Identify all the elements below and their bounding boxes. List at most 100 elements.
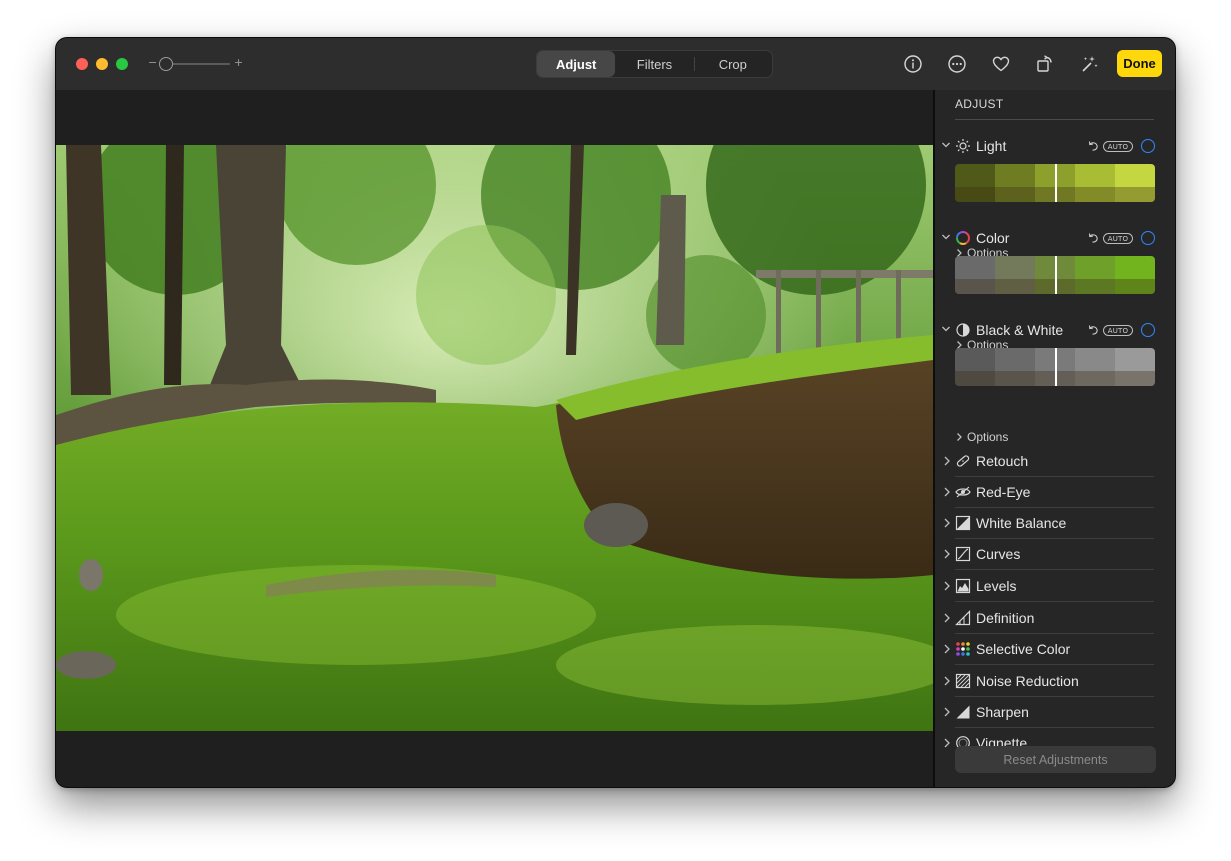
- strip-frame: [1075, 164, 1115, 202]
- section-color-label: Color: [976, 230, 1010, 246]
- definition-icon: [955, 610, 971, 626]
- chevron-right-icon: [944, 738, 950, 748]
- magic-wand-icon[interactable]: [1077, 52, 1101, 76]
- heading-divider: [955, 119, 1154, 120]
- chevron-right-icon: [944, 613, 950, 623]
- section-light-label: Light: [976, 138, 1007, 154]
- toolbar: − + Adjust Filters Crop Done: [56, 38, 1175, 90]
- tool-white-balance-label: White Balance: [976, 515, 1067, 531]
- tab-crop[interactable]: Crop: [693, 51, 772, 77]
- light-preview-strip[interactable]: [955, 164, 1155, 202]
- strip-frame: [955, 256, 995, 294]
- strip-frame: [995, 348, 1035, 386]
- section-black-white-label: Black & White: [976, 322, 1064, 338]
- section-black-white[interactable]: Black & White AUTO: [935, 321, 1175, 341]
- strip-frame: [1115, 256, 1155, 294]
- chevron-right-icon: [944, 644, 950, 654]
- tool-levels[interactable]: Levels: [935, 571, 1175, 602]
- strip-frame: [995, 256, 1035, 294]
- row-divider: [955, 601, 1154, 602]
- strip-slider-handle[interactable]: [1055, 348, 1057, 386]
- tool-sharpen-label: Sharpen: [976, 704, 1029, 720]
- photo-canvas: [56, 90, 933, 787]
- tool-selective-color-label: Selective Color: [976, 641, 1071, 657]
- strip-frame: [1115, 348, 1155, 386]
- strip-slider-handle[interactable]: [1055, 256, 1057, 294]
- heart-icon[interactable]: [989, 52, 1013, 76]
- tab-filters[interactable]: Filters: [615, 51, 693, 77]
- section-light-toggle[interactable]: [1141, 139, 1155, 153]
- tool-levels-label: Levels: [976, 578, 1017, 594]
- tool-noise-reduction-label: Noise Reduction: [976, 673, 1079, 689]
- levels-icon: [955, 578, 971, 594]
- black-white-preview-strip[interactable]: [955, 348, 1155, 386]
- adjust-sidebar: ADJUST Light AUTO Options Color AUTO Opt…: [935, 90, 1175, 787]
- auto-button[interactable]: AUTO: [1103, 233, 1133, 244]
- auto-button[interactable]: AUTO: [1103, 141, 1133, 152]
- photo-preview[interactable]: [56, 145, 933, 731]
- strip-frame: [955, 164, 995, 202]
- strip-frame: [1115, 164, 1155, 202]
- row-divider: [955, 664, 1154, 665]
- more-icon[interactable]: [945, 52, 969, 76]
- chevron-right-icon: [944, 549, 950, 559]
- chevron-down-icon[interactable]: [941, 323, 951, 335]
- color-preview-strip[interactable]: [955, 256, 1155, 294]
- tool-red-eye-label: Red-Eye: [976, 484, 1031, 500]
- zoom-slider[interactable]: − +: [146, 54, 246, 74]
- strip-slider-handle[interactable]: [1055, 164, 1057, 202]
- tool-red-eye[interactable]: Red-Eye: [935, 477, 1175, 508]
- undo-icon[interactable]: [1087, 140, 1099, 152]
- adjust-heading: ADJUST: [955, 97, 1004, 111]
- zoom-out-label: −: [148, 56, 158, 69]
- tool-retouch[interactable]: Retouch: [935, 446, 1175, 477]
- strip-frame: [955, 348, 995, 386]
- tool-curves-label: Curves: [976, 546, 1021, 562]
- reset-adjustments-button[interactable]: Reset Adjustments: [955, 746, 1156, 773]
- tool-noise-reduction[interactable]: Noise Reduction: [935, 666, 1175, 697]
- maximize-window-button[interactable]: [116, 58, 128, 70]
- tool-sharpen[interactable]: Sharpen: [935, 697, 1175, 728]
- chevron-right-icon: [944, 518, 950, 528]
- info-icon[interactable]: [901, 52, 925, 76]
- tab-adjust[interactable]: Adjust: [537, 51, 616, 77]
- tool-selective-color[interactable]: Selective Color: [935, 634, 1175, 665]
- undo-icon[interactable]: [1087, 324, 1099, 336]
- white-balance-icon: [955, 515, 971, 531]
- zoom-in-label: +: [234, 56, 244, 69]
- curves-icon: [955, 546, 971, 562]
- tool-retouch-label: Retouch: [976, 453, 1029, 469]
- chevron-right-icon: [944, 676, 950, 686]
- chevron-right-icon: [944, 581, 950, 591]
- section-light[interactable]: Light AUTO: [935, 137, 1175, 157]
- chevron-down-icon[interactable]: [941, 231, 951, 243]
- strip-frame: [1075, 348, 1115, 386]
- tool-white-balance[interactable]: White Balance: [935, 508, 1175, 539]
- chevron-right-icon: [944, 456, 950, 466]
- color-wheel-icon: [956, 231, 970, 245]
- section-black-white-toggle[interactable]: [1141, 323, 1155, 337]
- minimize-window-button[interactable]: [96, 58, 108, 70]
- photos-edit-window: − + Adjust Filters Crop Done ADJUST Ligh…: [56, 38, 1175, 787]
- zoom-slider-knob[interactable]: [159, 57, 174, 71]
- chevron-down-icon[interactable]: [941, 139, 951, 151]
- sharpen-icon: [956, 705, 970, 719]
- close-window-button[interactable]: [76, 58, 88, 70]
- tool-curves[interactable]: Curves: [935, 539, 1175, 570]
- section-color[interactable]: Color AUTO: [935, 229, 1175, 249]
- tool-definition-label: Definition: [976, 610, 1035, 626]
- undo-icon[interactable]: [1087, 232, 1099, 244]
- chevron-right-icon: [957, 433, 962, 441]
- chevron-right-icon: [944, 487, 950, 497]
- strip-frame: [1075, 256, 1115, 294]
- row-divider: [955, 569, 1154, 570]
- auto-button[interactable]: AUTO: [1103, 325, 1133, 336]
- section-color-toggle[interactable]: [1141, 231, 1155, 245]
- noise-reduction-icon: [955, 673, 971, 689]
- eye-icon: [955, 486, 971, 498]
- options-label: Options: [967, 430, 1009, 444]
- selective-color-icon: [956, 642, 970, 656]
- tool-definition[interactable]: Definition: [935, 603, 1175, 634]
- rotate-icon[interactable]: [1033, 52, 1057, 76]
- done-button[interactable]: Done: [1117, 50, 1162, 77]
